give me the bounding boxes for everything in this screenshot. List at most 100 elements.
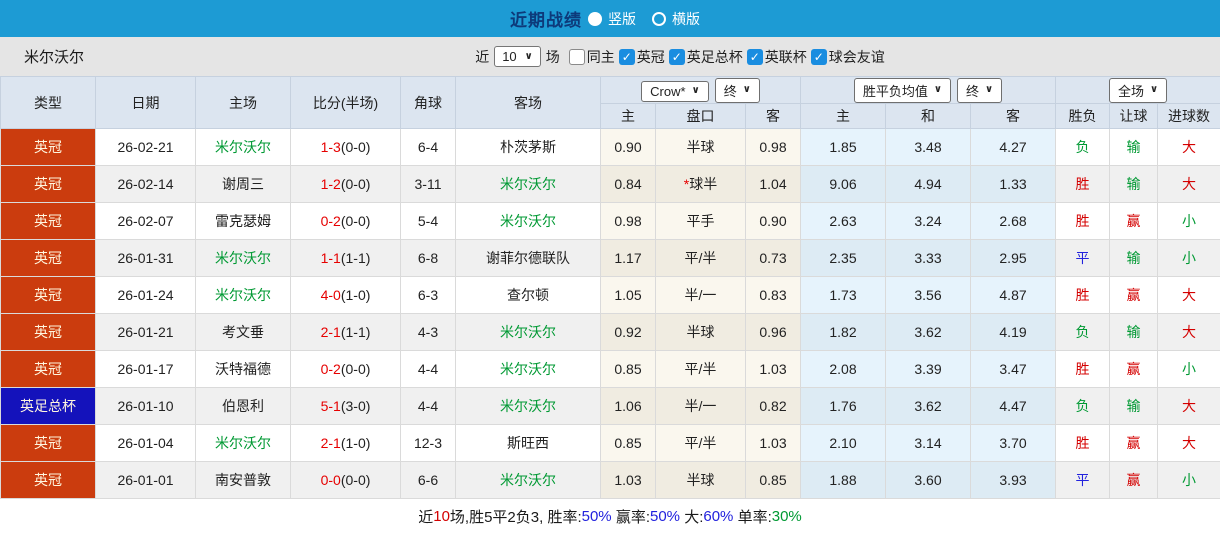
goals-result-cell: 小 (1157, 461, 1220, 499)
away-team-cell: 朴茨茅斯 (455, 128, 601, 166)
table-row: 英冠 26-02-21 米尔沃尔 1-3(0-0) 6-4 朴茨茅斯 0.90 半球 0.98 1… (0, 128, 1220, 166)
halftime-score: (0-0) (340, 472, 371, 488)
avg-draw-odds-cell: 3.33 (885, 239, 971, 277)
handicap-result-cell: 输 (1109, 128, 1159, 166)
result-cell: 胜 (1055, 424, 1111, 462)
avg-draw-odds-cell: 4.94 (885, 165, 971, 203)
average-odds-select-value: 胜平负均值 (862, 83, 928, 99)
checkbox-label[interactable]: 英足总杯 (687, 47, 743, 67)
header-corners: 角球 (400, 76, 456, 129)
recent-count-value: 10 (502, 49, 517, 64)
radio-horizontal-layout-icon[interactable] (652, 11, 666, 26)
result-cell: 负 (1055, 313, 1111, 351)
result-cell: 负 (1055, 128, 1111, 166)
handicap-away-odds-cell: 0.98 (745, 128, 801, 166)
final-odds-select-2-value: 终 (966, 83, 980, 99)
away-team-cell: 斯旺西 (455, 424, 601, 462)
checkbox-label[interactable]: 同主 (587, 47, 615, 67)
radio-horizontal-layout-label[interactable]: 横版 (672, 9, 700, 29)
header-home: 主场 (195, 76, 291, 129)
date-cell: 26-01-24 (95, 276, 196, 314)
away-team-cell: 米尔沃尔 (455, 313, 601, 351)
fulltime-score: 0-0 (320, 472, 341, 488)
average-odds-select[interactable]: 胜平负均值 ∨ (853, 77, 952, 103)
competition-checkbox-group: 同主 ✓ 英冠 ✓ 英足总杯 ✓ 英联杯 ✓ 球会友谊 (565, 47, 885, 67)
checkbox-checked[interactable]: ✓ (810, 48, 827, 65)
checkbox-label[interactable]: 英冠 (637, 47, 665, 67)
avg-draw-odds-cell: 3.56 (885, 276, 971, 314)
away-team-cell: 米尔沃尔 (455, 387, 601, 425)
avg-draw-odds-cell: 3.24 (885, 202, 971, 240)
table-row: 英冠 26-01-31 米尔沃尔 1-1(1-1) 6-8 谢菲尔德联队 1.17 平/半 0.… (0, 239, 1220, 277)
recent-suffix-label: 场 (545, 48, 560, 65)
period-select[interactable]: 全场 ∨ (1108, 77, 1168, 103)
fulltime-score: 1-1 (320, 250, 341, 266)
score-cell: 4-0(1-0) (290, 276, 401, 314)
handicap-line-cell: 平/半 (655, 424, 746, 462)
bookmaker-select[interactable]: Crow* ∨ (641, 80, 709, 102)
corners-cell: 12-3 (400, 424, 456, 462)
checkbox-label[interactable]: 球会友谊 (829, 47, 885, 67)
summary-footer: 近 10 场,胜5平2负3, 胜率: 50% 赢率: 50% 大: 60% 单率: 30% (0, 499, 1220, 534)
table-row: 英冠 26-02-14 谢周三 1-2(0-0) 3-11 米尔沃尔 0.84 *球半 1.04… (0, 165, 1220, 203)
corners-cell: 3-11 (400, 165, 456, 203)
away-team-cell: 谢菲尔德联队 (455, 239, 601, 277)
fulltime-score: 2-1 (320, 435, 341, 451)
radio-vertical-layout-label[interactable]: 竖版 (608, 9, 636, 29)
corners-cell: 6-8 (400, 239, 456, 277)
chevron-down-icon: ∨ (933, 84, 943, 95)
final-odds-select-2[interactable]: 终 ∨ (957, 77, 1003, 103)
checkbox-checked[interactable]: ✓ (618, 48, 635, 65)
handicap-away-odds-cell: 0.73 (745, 239, 801, 277)
avg-draw-odds-cell: 3.60 (885, 461, 971, 499)
checkbox-checked[interactable]: ✓ (746, 48, 763, 65)
score-cell: 1-1(1-1) (290, 239, 401, 277)
corners-cell: 6-4 (400, 128, 456, 166)
handicap-line-cell: 平手 (655, 202, 746, 240)
goals-result-cell: 大 (1157, 424, 1220, 462)
score-cell: 1-2(0-0) (290, 165, 401, 203)
away-team-cell: 查尔顿 (455, 276, 601, 314)
handicap-result-cell: 赢 (1109, 350, 1159, 388)
date-cell: 26-01-04 (95, 424, 196, 462)
goals-result-cell: 大 (1157, 165, 1220, 203)
handicap-home-odds-cell: 1.05 (600, 276, 656, 314)
handicap-away-odds-cell: 0.83 (745, 276, 801, 314)
radio-vertical-layout-icon[interactable] (588, 11, 602, 26)
corners-cell: 4-3 (400, 313, 456, 351)
checkbox-label[interactable]: 英联杯 (765, 47, 807, 67)
handicap-home-odds-cell: 1.17 (600, 239, 656, 277)
corners-cell: 4-4 (400, 350, 456, 388)
recent-count-select[interactable]: 10 ∨ (494, 46, 541, 67)
final-odds-select-1[interactable]: 终 ∨ (714, 77, 760, 103)
score-cell: 5-1(3-0) (290, 387, 401, 425)
summary-segment: 大: (680, 509, 704, 526)
header-type: 类型 (0, 76, 96, 129)
corners-cell: 6-6 (400, 461, 456, 499)
handicap-away-odds-cell: 1.03 (745, 424, 801, 462)
score-cell: 0-2(0-0) (290, 202, 401, 240)
fulltime-score: 5-1 (320, 398, 341, 414)
checkbox-checked[interactable]: ✓ (668, 48, 685, 65)
avg-win-odds-cell: 1.85 (800, 128, 886, 166)
fulltime-score: 0-2 (320, 361, 341, 377)
header-away: 客场 (455, 76, 601, 129)
league-cell: 英冠 (0, 165, 96, 203)
subheader-handicap-home: 主 (600, 103, 656, 129)
goals-result-cell: 大 (1157, 387, 1220, 425)
avg-win-odds-cell: 1.73 (800, 276, 886, 314)
checkbox-unchecked[interactable] (568, 48, 585, 65)
home-team-cell: 米尔沃尔 (195, 239, 291, 277)
avg-win-odds-cell: 2.08 (800, 350, 886, 388)
result-cell: 胜 (1055, 165, 1111, 203)
goals-result-cell: 小 (1157, 202, 1220, 240)
date-cell: 26-01-01 (95, 461, 196, 499)
filter-controls: 近 10 ∨ 场 同主 ✓ 英冠 ✓ 英足总杯 ✓ 英联杯 ✓ 球会友谊 (475, 46, 885, 67)
summary-segment: 场,胜5平2负3, 胜率: (449, 509, 582, 526)
fulltime-score: 1-2 (320, 176, 341, 192)
subheader-avg-draw: 和 (885, 103, 971, 129)
score-cell: 1-3(0-0) (290, 128, 401, 166)
handicap-line-cell: 半/一 (655, 387, 746, 425)
date-cell: 26-02-07 (95, 202, 196, 240)
league-cell: 英冠 (0, 276, 96, 314)
